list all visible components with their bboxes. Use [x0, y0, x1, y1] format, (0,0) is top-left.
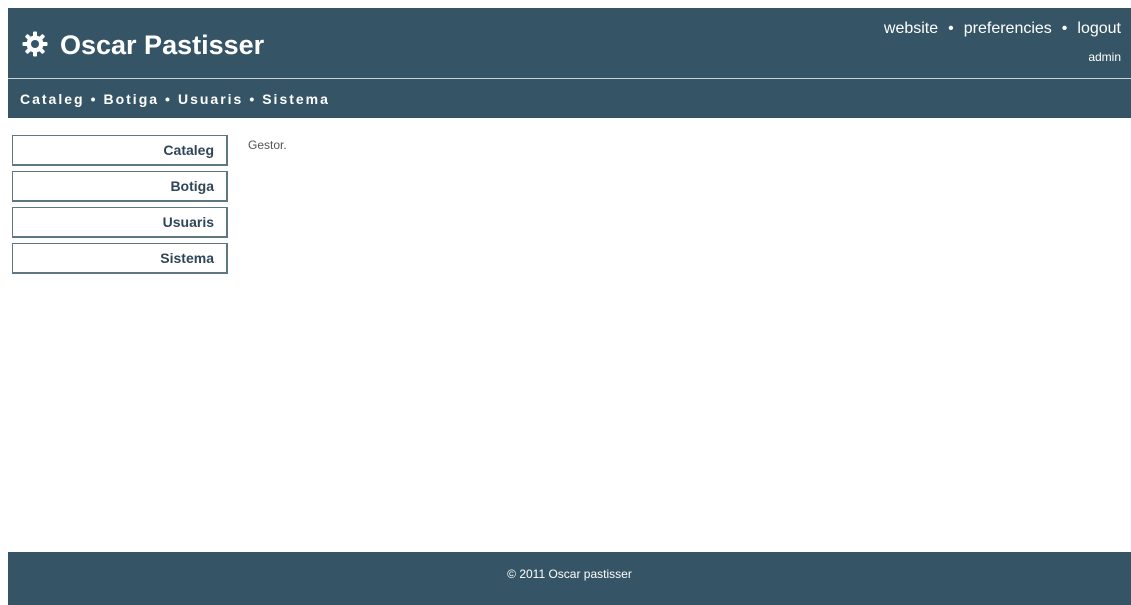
logout-link[interactable]: logout — [1077, 20, 1121, 37]
nav-item-botiga[interactable]: Botiga — [103, 91, 159, 107]
separator: • — [90, 91, 98, 107]
gear-icon — [22, 31, 48, 57]
username-label: admin — [1088, 50, 1121, 64]
nav-item-cataleg[interactable]: Cataleg — [20, 91, 85, 107]
nav-item-sistema[interactable]: Sistema — [262, 91, 330, 107]
separator: • — [165, 91, 172, 107]
footer-copyright: © 2011 Oscar pastisser — [507, 567, 632, 581]
preferencies-link[interactable]: preferencies — [964, 20, 1052, 37]
separator: • — [249, 91, 257, 107]
sidebar-item-cataleg[interactable]: Cataleg — [12, 135, 228, 166]
header: Oscar Pastisser website • preferencies • log… — [8, 8, 1131, 118]
title-row: Oscar Pastisser website • preferencies • log… — [8, 8, 1131, 76]
main-nav: Cataleg • Botiga • Usuaris • Sistema — [20, 89, 330, 109]
site-title[interactable]: Oscar Pastisser — [60, 28, 264, 62]
footer: © 2011 Oscar pastisser — [8, 552, 1131, 605]
sidebar-item-usuaris[interactable]: Usuaris — [12, 207, 228, 238]
sidebar-item-botiga[interactable]: Botiga — [12, 171, 228, 202]
top-links: website • preferencies • logout — [884, 18, 1121, 40]
sidebar: Cataleg Botiga Usuaris Sistema — [12, 135, 228, 279]
separator: • — [948, 20, 954, 37]
content-text: Gestor. — [248, 138, 287, 152]
header-divider — [8, 78, 1131, 79]
page: Oscar Pastisser website • preferencies • log… — [0, 0, 1131, 605]
separator: • — [1061, 20, 1068, 37]
nav-item-usuaris[interactable]: Usuaris — [178, 91, 243, 107]
website-link[interactable]: website — [884, 20, 938, 37]
sidebar-item-sistema[interactable]: Sistema — [12, 243, 228, 274]
